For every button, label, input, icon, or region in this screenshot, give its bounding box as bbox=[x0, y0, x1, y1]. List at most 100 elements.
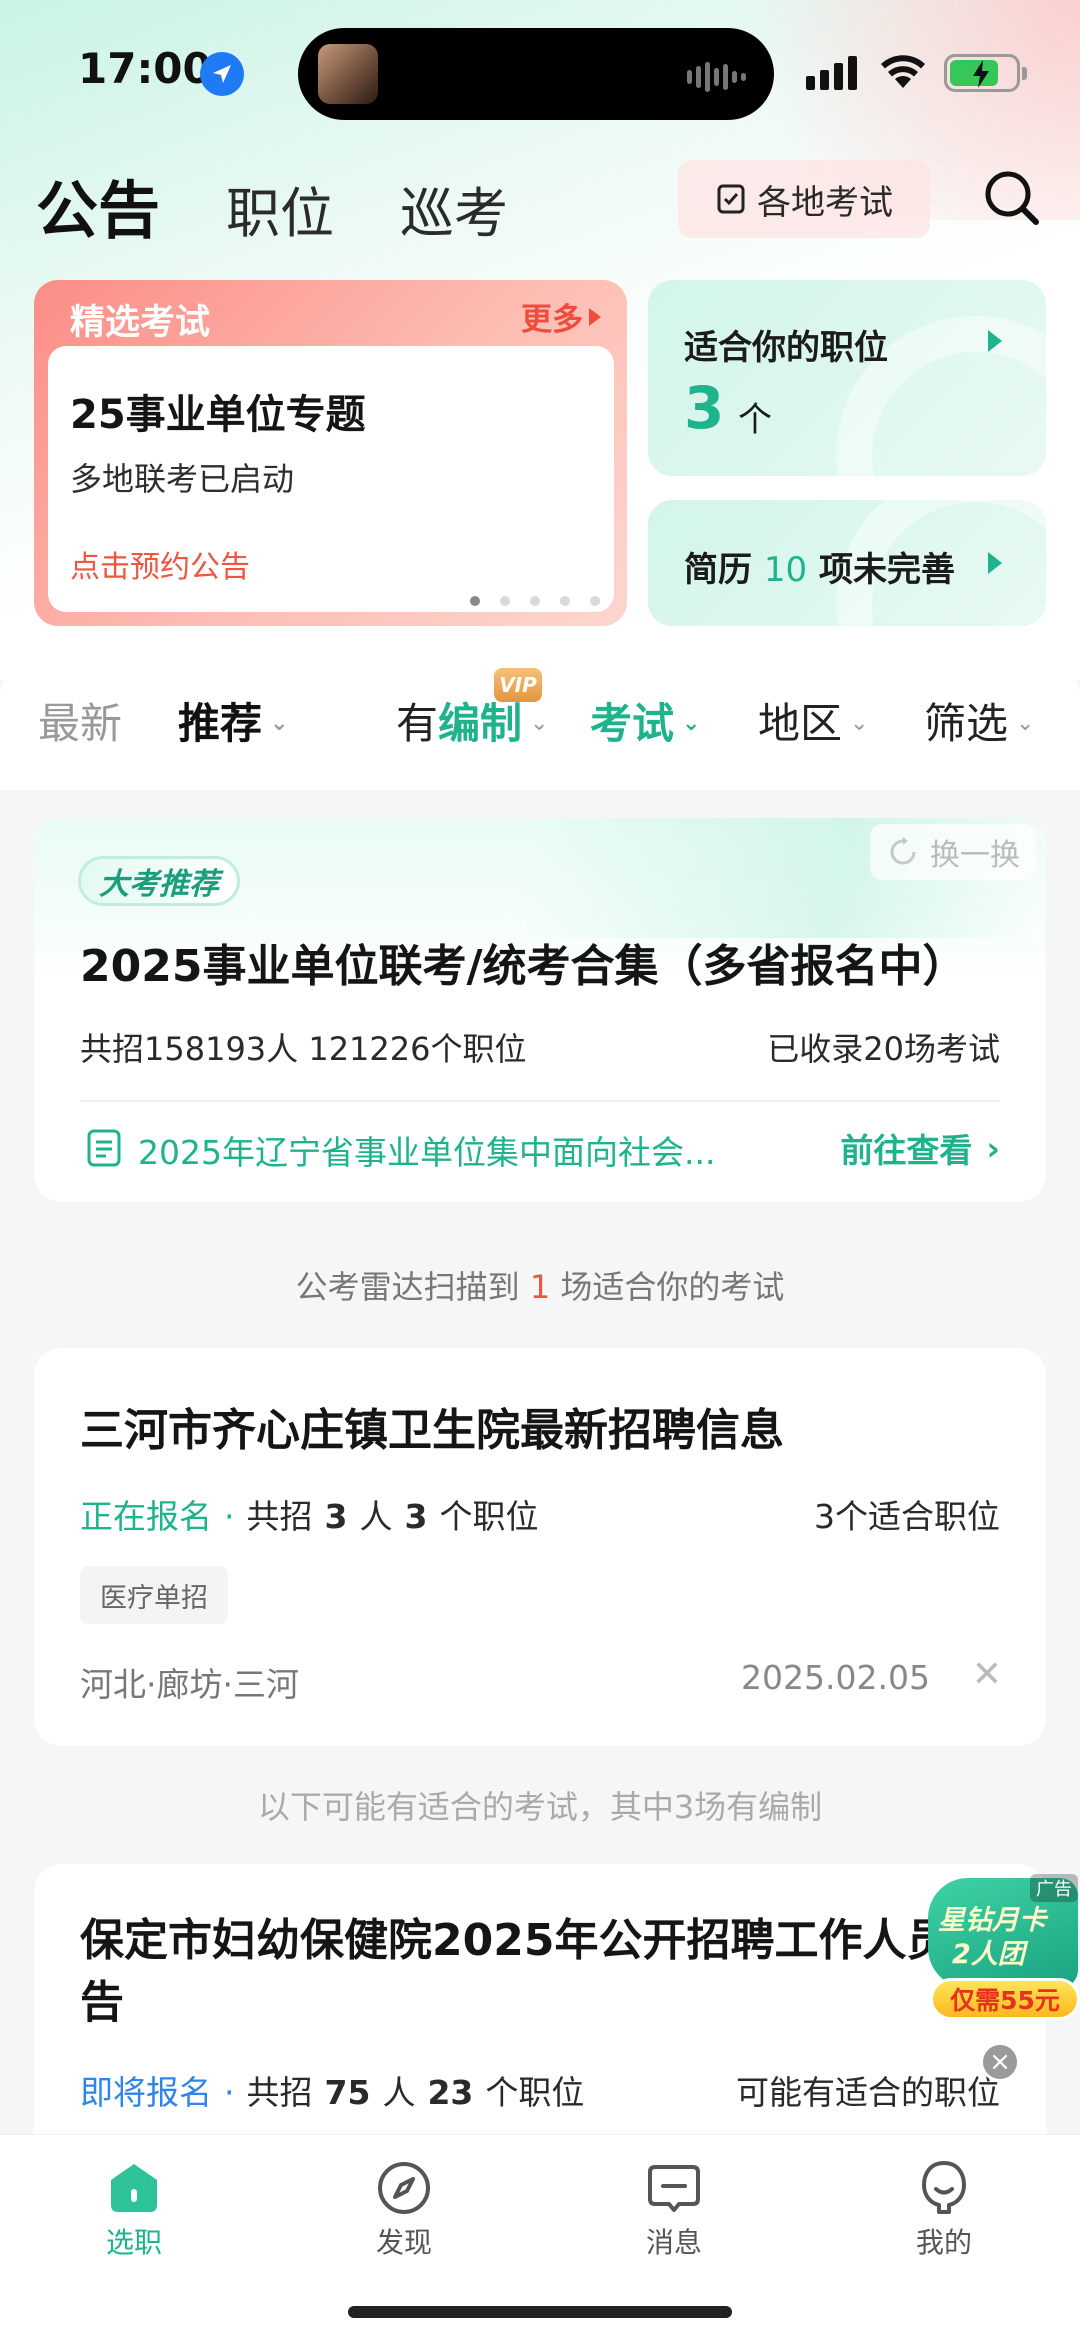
featured-exam-card[interactable]: 精选考试 更多 25事业单位专题 多地联考已启动 点击预约公告 bbox=[34, 280, 627, 626]
nav-discover[interactable]: 发现 bbox=[334, 2159, 474, 2261]
promo-price: 仅需55元 bbox=[930, 1978, 1080, 2020]
job-status: 正在报名 bbox=[80, 1497, 212, 1536]
chevron-down-icon: ⌄ bbox=[1016, 711, 1035, 736]
featured-title: 25事业单位专题 bbox=[70, 392, 366, 438]
top-tabs: 公告 职位 巡考 bbox=[36, 160, 508, 254]
nav-messages[interactable]: 消息 bbox=[604, 2159, 744, 2261]
filter-advanced[interactable]: 筛选 ⌄ bbox=[924, 690, 1034, 751]
filter-bar: 最新 推荐 ⌄ 有编制 ⌄ VIP 考试 ⌄ 地区 ⌄ 筛选 ⌄ bbox=[0, 660, 1080, 790]
search-icon[interactable] bbox=[982, 168, 1042, 232]
battery-icon bbox=[944, 54, 1027, 92]
filter-advanced-label: 筛选 bbox=[924, 699, 1009, 748]
suitable-positions-card[interactable]: 适合你的职位 3 个 bbox=[648, 280, 1046, 476]
nav-label: 消息 bbox=[645, 2226, 702, 2259]
vip-badge: VIP bbox=[494, 668, 542, 702]
nav-profile[interactable]: 我的 bbox=[874, 2159, 1014, 2261]
resume-status: 简历 10 项未完善 bbox=[684, 542, 955, 591]
filter-region[interactable]: 地区 ⌄ bbox=[758, 690, 868, 751]
refresh-button[interactable]: 换一换 bbox=[870, 824, 1036, 880]
home-indicator[interactable] bbox=[348, 2306, 732, 2318]
home-icon bbox=[111, 2164, 157, 2212]
nav-label: 选职 bbox=[105, 2226, 162, 2259]
major-exam-title: 2025事业单位联考/统考合集（多省报名中） bbox=[80, 941, 967, 992]
job-meta: 正在报名 · 共招 3 人 3 个职位 bbox=[80, 1490, 538, 1538]
radar-prefix: 公考雷达扫描到 bbox=[295, 1268, 520, 1306]
message-icon bbox=[648, 2165, 700, 2212]
nav-select-jobs[interactable]: 选职 bbox=[64, 2159, 204, 2261]
resume-card[interactable]: 简历 10 项未完善 bbox=[648, 500, 1046, 626]
dynamic-island[interactable] bbox=[298, 28, 774, 120]
wifi-icon bbox=[878, 52, 928, 96]
job-meta: 即将报名 · 共招 75 人 23 个职位 bbox=[80, 2066, 584, 2114]
regional-exams-button[interactable]: 各地考试 bbox=[678, 160, 930, 238]
filter-region-label: 地区 bbox=[758, 699, 843, 748]
featured-more-label: 更多 bbox=[521, 302, 583, 338]
view-now-link[interactable]: 前往查看 › bbox=[840, 1124, 1000, 1172]
promo-badge[interactable]: 广告 星钻月卡 2人团 仅需55元 bbox=[924, 1874, 1080, 2024]
separator-dot: · bbox=[224, 2073, 235, 2112]
resume-suffix: 项未完善 bbox=[818, 550, 955, 590]
job-card[interactable]: 三河市齐心庄镇卫生院最新招聘信息 正在报名 · 共招 3 人 3 个职位 3个适… bbox=[34, 1348, 1046, 1746]
suitable-positions-unit: 个 bbox=[738, 400, 772, 440]
carousel-dot bbox=[590, 596, 600, 606]
filter-bianzhi-highlight: 编制 bbox=[438, 699, 523, 748]
tab-patrol-exam[interactable]: 巡考 bbox=[400, 169, 508, 248]
carousel-dot bbox=[500, 596, 510, 606]
job-category-tag: 医疗单招 bbox=[80, 1566, 228, 1624]
job-location: 河北·廊坊·三河 bbox=[80, 1665, 299, 1704]
arrow-right-icon bbox=[988, 330, 1002, 352]
positions-unit: 个职位 bbox=[439, 1497, 539, 1536]
major-exam-collected: 已收录20场考试 bbox=[767, 1030, 1000, 1068]
divider bbox=[80, 1100, 1000, 1102]
major-exam-stats: 共招158193人 121226个职位 bbox=[80, 1030, 527, 1068]
location-arrow-icon bbox=[200, 52, 244, 96]
promo-subtitle: 2人团 bbox=[952, 1939, 1025, 1970]
positions-unit: 个职位 bbox=[485, 2073, 585, 2112]
chevron-down-icon: ⌄ bbox=[850, 711, 869, 736]
job-title: 三河市齐心庄镇卫生院最新招聘信息 bbox=[80, 1405, 784, 1456]
close-icon[interactable]: ✕ bbox=[972, 1654, 1002, 1695]
separator-dot: · bbox=[224, 1497, 235, 1536]
now-playing-artwork bbox=[318, 44, 378, 104]
featured-content: 25事业单位专题 多地联考已启动 点击预约公告 bbox=[48, 346, 614, 612]
radar-count: 1 bbox=[529, 1268, 551, 1306]
filter-latest-label: 最新 bbox=[38, 699, 123, 748]
recruit-count: 3 bbox=[324, 1497, 348, 1536]
major-exam-notice[interactable]: 2025年辽宁省事业单位集中面向社会... bbox=[138, 1126, 758, 1174]
positions-count: 3 bbox=[404, 1497, 428, 1536]
tab-announcements[interactable]: 公告 bbox=[36, 160, 160, 254]
major-exam-card[interactable]: 大考推荐 换一换 2025事业单位联考/统考合集（多省报名中） 共招158193… bbox=[34, 818, 1046, 1202]
radar-suffix: 场适合你的考试 bbox=[560, 1268, 785, 1306]
compass-icon bbox=[378, 2162, 430, 2214]
close-icon[interactable]: × bbox=[980, 2042, 1020, 2082]
job-fit-hint: 可能有适合的职位 bbox=[736, 2073, 1000, 2112]
profile-icon bbox=[922, 2161, 966, 2214]
featured-more-link[interactable]: 更多 bbox=[521, 294, 601, 339]
recruit-unit: 人 bbox=[382, 2073, 416, 2112]
carousel-dot bbox=[530, 596, 540, 606]
filter-latest[interactable]: 最新 bbox=[38, 690, 122, 751]
featured-subtitle: 多地联考已启动 bbox=[70, 460, 295, 498]
filter-bianzhi-prefix: 有 bbox=[396, 699, 439, 748]
tab-positions[interactable]: 职位 bbox=[226, 169, 334, 248]
chevron-right-icon: › bbox=[986, 1128, 1000, 1168]
filter-recommend[interactable]: 推荐 ⌄ bbox=[178, 690, 288, 751]
reserve-announcement-link[interactable]: 点击预约公告 bbox=[70, 542, 250, 586]
filter-exam[interactable]: 考试 ⌄ bbox=[590, 690, 700, 751]
maybe-suitable-hint: 以下可能有适合的考试，其中3场有编制 bbox=[257, 1788, 823, 1826]
job-fit-count: 3个适合职位 bbox=[814, 1497, 1000, 1536]
regional-exams-label: 各地考试 bbox=[757, 182, 893, 223]
resume-count: 10 bbox=[763, 550, 808, 590]
job-date: 2025.02.05 bbox=[741, 1658, 930, 1697]
chevron-down-icon: ⌄ bbox=[682, 711, 701, 736]
status-time: 17:00 bbox=[78, 44, 212, 93]
major-exam-tag: 大考推荐 bbox=[78, 856, 240, 906]
chevron-down-icon: ⌄ bbox=[530, 711, 549, 736]
refresh-icon bbox=[890, 837, 916, 865]
resume-prefix: 简历 bbox=[684, 550, 752, 590]
carousel-dots bbox=[470, 596, 600, 606]
carousel-dot bbox=[560, 596, 570, 606]
status-bar: 17:00 bbox=[0, 0, 1080, 140]
chevron-down-icon: ⌄ bbox=[270, 711, 289, 736]
recruit-count: 75 bbox=[324, 2073, 371, 2112]
